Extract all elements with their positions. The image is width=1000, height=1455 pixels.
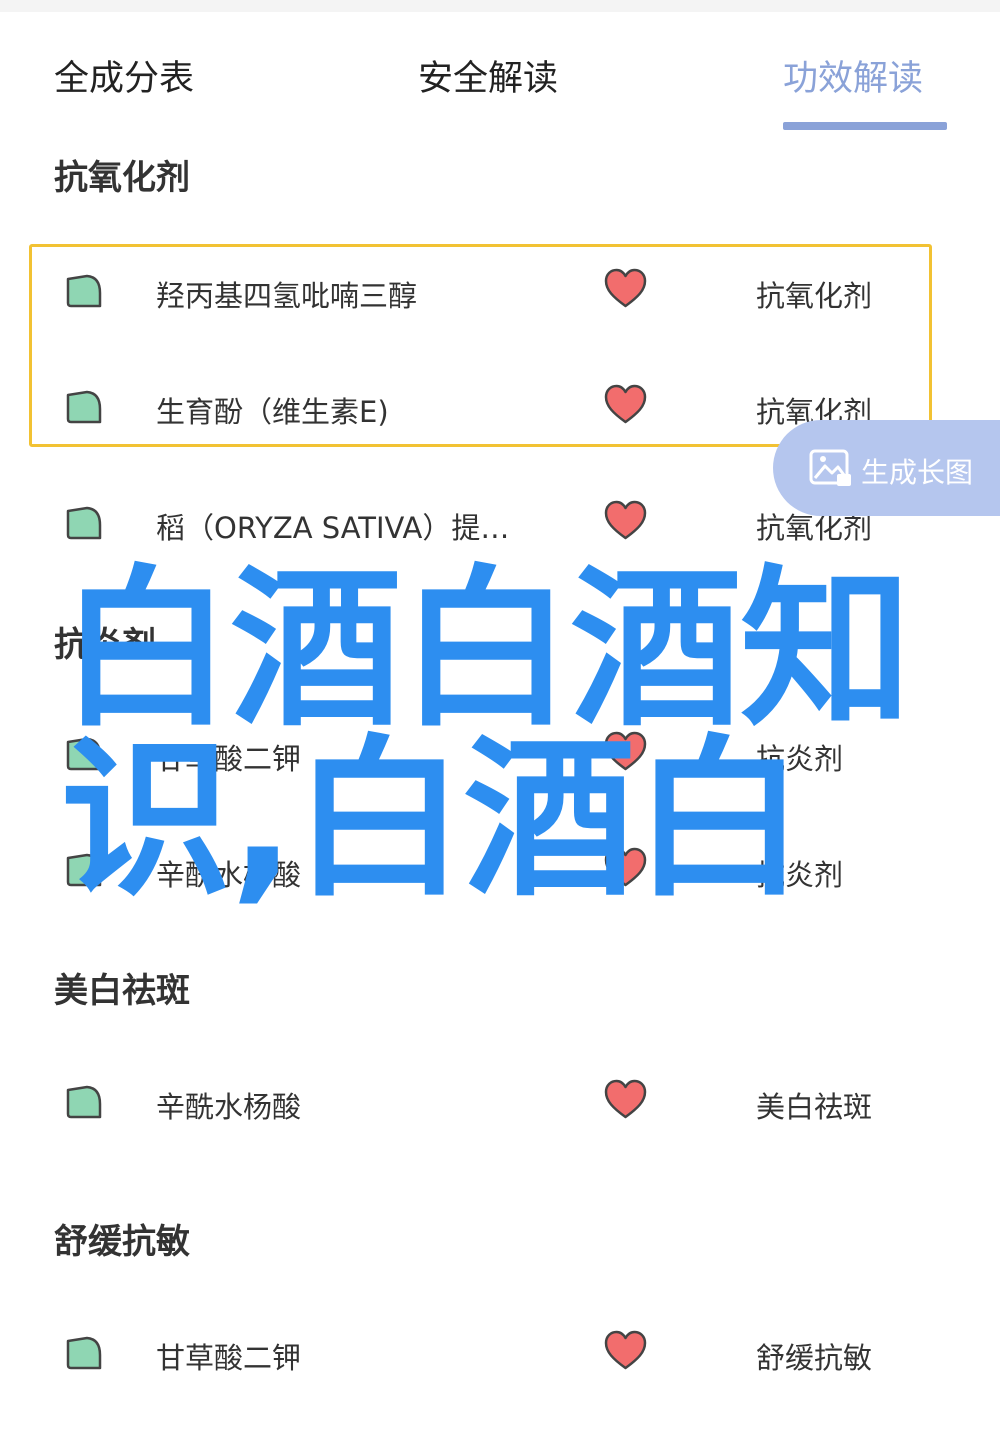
section-title-whitening: 美白祛斑 bbox=[54, 971, 190, 1011]
heart-icon bbox=[604, 1330, 647, 1370]
ingredient-leaf-icon bbox=[66, 737, 102, 771]
effect-tag: 美白祛斑 bbox=[756, 1090, 873, 1124]
ingredient-row[interactable]: 辛酰水杨酸 抗炎剂 bbox=[0, 842, 1000, 902]
ingredient-row[interactable]: 辛酰水杨酸 美白祛斑 bbox=[0, 1074, 1000, 1134]
ingredient-leaf-icon bbox=[66, 853, 102, 887]
heart-icon bbox=[604, 1079, 647, 1119]
heart-icon bbox=[604, 500, 647, 540]
effect-tag: 抗炎剂 bbox=[756, 858, 844, 892]
ingredient-leaf-icon bbox=[66, 506, 102, 540]
ingredient-name: 辛酰水杨酸 bbox=[156, 1090, 302, 1124]
ingredient-leaf-icon bbox=[66, 1085, 102, 1119]
ingredient-name: 辛酰水杨酸 bbox=[156, 858, 302, 892]
ingredient-row[interactable]: 甘草酸二钾 舒缓抗敏 bbox=[0, 1325, 1000, 1385]
generate-long-image-button[interactable]: 生成长图 bbox=[773, 420, 1000, 516]
active-tab-indicator bbox=[783, 122, 947, 130]
heart-icon bbox=[604, 847, 647, 887]
chart-image-icon bbox=[809, 449, 851, 486]
tab-bar: 全成分表 安全解读 功效解读 bbox=[0, 12, 1000, 130]
ingredient-name: 甘草酸二钾 bbox=[156, 1341, 302, 1375]
effect-tag: 舒缓抗敏 bbox=[756, 1341, 873, 1375]
heart-icon bbox=[604, 731, 647, 771]
ingredient-name: 稻（ORYZA SATIVA）提… bbox=[156, 511, 510, 545]
generate-long-image-label: 生成长图 bbox=[861, 456, 974, 489]
ingredient-leaf-icon bbox=[66, 1336, 102, 1370]
section-title-antioxidant: 抗氧化剂 bbox=[54, 158, 190, 198]
tab-full-ingredients[interactable]: 全成分表 bbox=[54, 50, 194, 101]
section-title-anti-inflammatory: 抗炎剂 bbox=[54, 625, 156, 665]
ingredient-row[interactable]: 甘草酸二钾 抗炎剂 bbox=[0, 726, 1000, 786]
tab-safety[interactable]: 安全解读 bbox=[418, 50, 558, 101]
section-title-soothing: 舒缓抗敏 bbox=[54, 1222, 190, 1262]
effect-tag: 抗炎剂 bbox=[756, 742, 844, 776]
tab-efficacy[interactable]: 功效解读 bbox=[783, 50, 923, 101]
ingredient-name: 甘草酸二钾 bbox=[156, 742, 302, 776]
highlight-frame bbox=[29, 244, 932, 447]
status-strip bbox=[0, 0, 1000, 12]
